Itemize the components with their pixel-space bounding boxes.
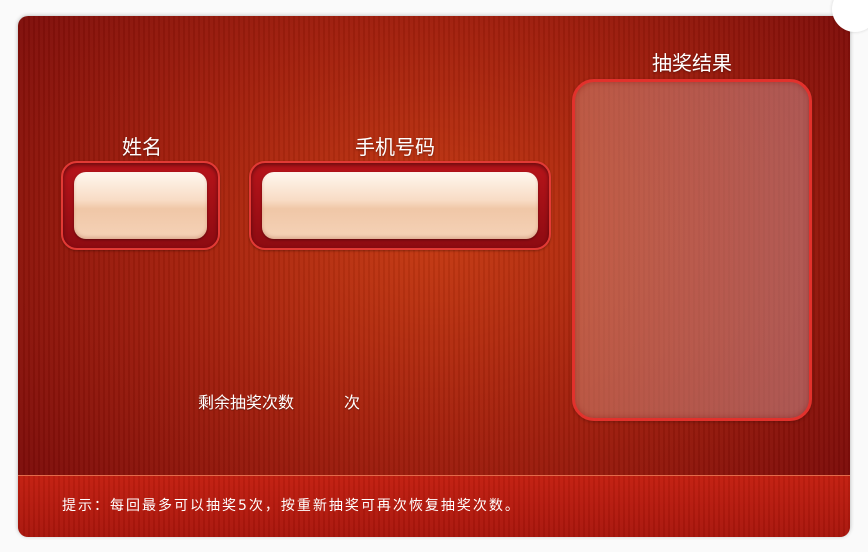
phone-label: 手机号码 (355, 135, 435, 159)
name-field-frame (61, 161, 220, 250)
remaining-prefix: 剩余抽奖次数 (198, 393, 295, 412)
result-label: 抽奖结果 (652, 51, 732, 75)
remaining-suffix: 次 (344, 393, 361, 412)
tip-bar: 提示：每回最多可以抽奖5次，按重新抽奖可再次恢复抽奖次数。 (18, 475, 850, 537)
result-display (572, 79, 812, 421)
remaining-draws: 剩余抽奖次数 次 (198, 389, 360, 413)
name-input[interactable] (74, 172, 207, 239)
name-label: 姓名 (122, 135, 162, 159)
app-window: 姓名 手机号码 抽奖结果 剩余抽奖次数 次 提示：每回最多可以抽奖5次，按重新抽… (0, 0, 868, 552)
tip-text: 提示：每回最多可以抽奖5次，按重新抽奖可再次恢复抽奖次数。 (62, 498, 521, 514)
phone-field-frame (249, 161, 551, 250)
phone-input[interactable] (262, 172, 538, 239)
